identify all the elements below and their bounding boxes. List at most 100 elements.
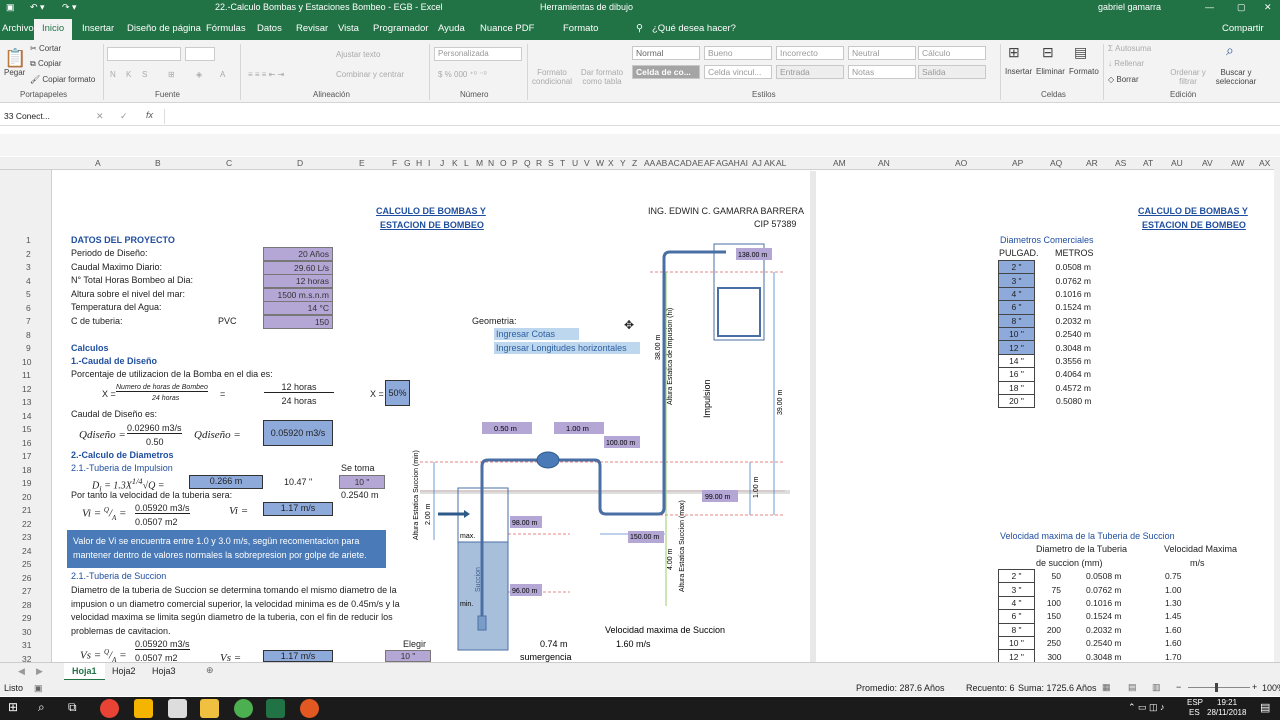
vel-mm[interactable]: 250 [1035, 636, 1065, 649]
align-icons[interactable]: ≡ ≡ ≡ ⇤ ⇥ [248, 70, 284, 79]
undo-icon[interactable]: ↶ ▾ [30, 2, 45, 13]
clock-time[interactable]: 19:21 [1217, 698, 1237, 707]
task-view-icon[interactable]: ⧉ [68, 700, 77, 715]
diam-m[interactable]: 0.3048 m [1035, 341, 1095, 354]
diam-table[interactable]: 2 " 0.0508 m3 " 0.0762 m4 " 0.1016 m6 " 0.15… [998, 259, 1095, 409]
vel-mm[interactable]: 200 [1035, 623, 1065, 636]
diam-in[interactable]: 4 " [998, 286, 1035, 302]
vel-m[interactable]: 0.0762 m [1065, 583, 1125, 596]
sheet-tab-hoja2[interactable]: Hoja2 [112, 666, 136, 676]
qd-num[interactable]: 0.02960 m3/s [127, 423, 182, 434]
column-header[interactable]: AC [668, 158, 680, 168]
cancel-icon[interactable]: ✕ [96, 111, 104, 122]
style-normal[interactable]: Normal [632, 46, 700, 60]
row-header[interactable]: 6 [26, 303, 31, 313]
row-header[interactable]: 17 [22, 451, 31, 461]
column-header[interactable]: U [572, 158, 578, 168]
diam-in[interactable]: 8 " [998, 313, 1035, 328]
search-taskbar-icon[interactable]: ⌕ [38, 700, 45, 715]
diam-in[interactable]: 20 " [998, 393, 1035, 409]
underline-icon[interactable]: S [142, 70, 147, 79]
vel-mm[interactable]: 100 [1035, 596, 1065, 609]
section-diametros[interactable]: 2.-Calculo de Diametros [71, 450, 174, 460]
language-2[interactable]: ES [1189, 708, 1200, 717]
column-header[interactable]: D [297, 158, 303, 168]
column-header[interactable]: O [500, 158, 507, 168]
diam-title[interactable]: Diametros Comerciales [1000, 235, 1094, 245]
diam-row[interactable]: 10 " 0.2540 m [998, 326, 1095, 342]
row-header[interactable]: 12 [22, 384, 31, 394]
column-header[interactable]: R [536, 158, 542, 168]
formula-input[interactable] [164, 109, 1274, 124]
diam-m[interactable]: 0.0762 m [1035, 274, 1095, 287]
di-value[interactable]: 0.266 m [189, 475, 263, 489]
minimize-icon[interactable]: — [1205, 2, 1214, 12]
format-cells-button[interactable]: Formato [1069, 67, 1099, 76]
velocity-note[interactable]: Valor de Vi se encuentra entre 1.0 y 3.0… [67, 530, 386, 568]
copy-button[interactable]: ⧉ Copiar [30, 59, 62, 69]
format-painter-button[interactable]: 🖌 Copiar formato [30, 75, 95, 84]
tray-icons[interactable]: ⌃ ▭ ◫ ♪ [1128, 702, 1165, 713]
row-header[interactable]: 5 [26, 289, 31, 299]
zoom-level[interactable]: 100% [1262, 683, 1280, 693]
autosum-button[interactable]: Σ Autosuma [1108, 44, 1151, 53]
diam-m[interactable]: 0.4064 m [1035, 368, 1095, 381]
column-header[interactable]: AR [1086, 158, 1098, 168]
column-header[interactable]: G [404, 158, 411, 168]
row-header[interactable]: 11 [22, 370, 31, 380]
file-explorer-icon[interactable] [200, 699, 219, 718]
tab-vista[interactable]: Vista [338, 23, 359, 34]
row-header[interactable]: 19 [22, 478, 31, 488]
diam-row[interactable]: 6 " 0.1524 m [998, 300, 1095, 315]
diam-m[interactable]: 0.1524 m [1035, 301, 1095, 314]
engineer-name[interactable]: ING. EDWIN C. GAMARRA BARRERA [648, 206, 804, 216]
right-title-2[interactable]: ESTACION DE BOMBEO [1142, 220, 1246, 230]
vel-mm[interactable]: 75 [1035, 583, 1065, 596]
column-header[interactable]: N [488, 158, 494, 168]
paste-button[interactable]: Pegar [4, 68, 25, 77]
column-header[interactable]: V [584, 158, 590, 168]
column-header[interactable]: F [392, 158, 397, 168]
right-title-1[interactable]: CALCULO DE BOMBAS Y [1138, 206, 1248, 216]
row-header[interactable]: 2 [26, 249, 31, 259]
pipe-material[interactable]: PVC [218, 316, 237, 326]
borders-icon[interactable]: ⊞ [168, 70, 175, 79]
diam-header-m[interactable]: METROS [1055, 248, 1094, 258]
find-select-button[interactable]: Buscar y seleccionar [1212, 68, 1260, 86]
row-header[interactable]: 29 [22, 613, 31, 623]
tab-diseno-pagina[interactable]: Diseño de página [127, 23, 201, 34]
fill-button[interactable]: ↓ Rellenar [1108, 59, 1144, 68]
maximize-icon[interactable]: ▢ [1237, 2, 1246, 13]
project-label[interactable]: Altura sobre el nivel del mar: [71, 289, 185, 299]
notifications-icon[interactable]: ▤ [1260, 701, 1270, 714]
tell-me-search[interactable]: ¿Qué desea hacer? [652, 23, 736, 34]
name-box[interactable]: 33 Conect... [2, 110, 66, 124]
language[interactable]: ESP [1187, 698, 1203, 707]
row-header[interactable]: 27 [22, 586, 31, 596]
vi-den[interactable]: 0.0507 m2 [135, 517, 178, 527]
column-header[interactable]: AI [740, 158, 748, 168]
insert-cells-icon[interactable]: ⊞ [1008, 44, 1020, 61]
qd-den[interactable]: 0.50 [146, 437, 164, 447]
column-header[interactable]: AO [955, 158, 967, 168]
vel-in[interactable]: 6 " [998, 609, 1035, 624]
vs-value[interactable]: 1.17 m/s [263, 650, 333, 662]
row-header[interactable]: 24 [22, 546, 31, 556]
di-take-value[interactable]: 10 " [339, 475, 385, 489]
diam-in[interactable]: 12 " [998, 340, 1035, 355]
row-header[interactable]: 31 [22, 640, 31, 650]
tab-ayuda[interactable]: Ayuda [438, 23, 465, 34]
row-header[interactable]: 21 [22, 505, 31, 515]
column-header[interactable]: AM [833, 158, 846, 168]
clock-date[interactable]: 28/11/2018 [1207, 708, 1246, 717]
vel-title[interactable]: Velocidad maxima de la Tuberia de Succio… [1000, 531, 1175, 541]
next-sheet-icon[interactable]: ▶ [36, 666, 43, 677]
fill-color-icon[interactable]: ◈ [196, 70, 202, 79]
redo-icon[interactable]: ↷ ▾ [62, 2, 77, 13]
search-icon[interactable]: ⌕ [1226, 42, 1234, 59]
vel-row[interactable]: 2 " 50 0.0508 m 0.75 [998, 568, 1185, 584]
diam-m[interactable]: 0.3556 m [1035, 354, 1095, 367]
tab-nuance-pdf[interactable]: Nuance PDF [480, 23, 534, 34]
project-label[interactable]: Temperatura del Agua: [71, 302, 162, 312]
column-header[interactable]: AN [878, 158, 890, 168]
